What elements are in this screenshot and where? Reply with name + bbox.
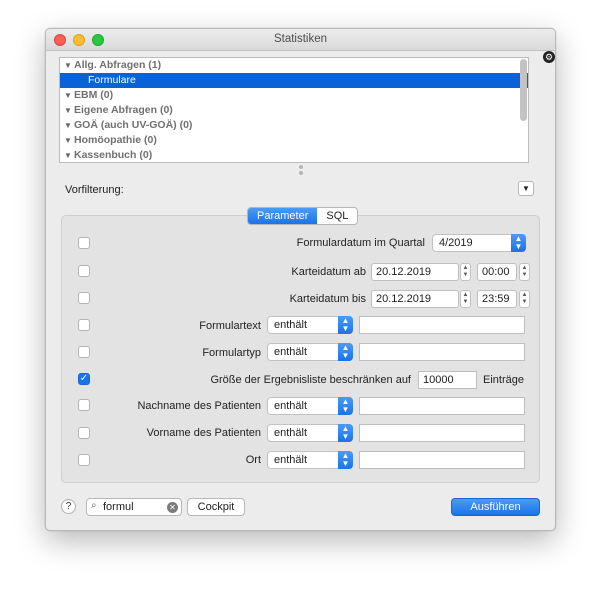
disclosure-down-icon[interactable]: ▼ (64, 103, 74, 118)
quarter-select[interactable]: 4/2019 ▲ ▼ (432, 234, 526, 252)
tab-parameter[interactable]: Parameter (248, 208, 318, 224)
chevron-updown-icon: ▲ ▼ (338, 316, 353, 334)
form-text-input[interactable] (359, 316, 525, 334)
checkbox-form-type[interactable] (78, 346, 90, 358)
clear-search-icon[interactable]: ✕ (167, 502, 178, 513)
split-view-handle[interactable] (298, 164, 304, 178)
tree-item-formulare[interactable]: Formulare (60, 73, 528, 88)
tree-group-homoeopathie[interactable]: ▼ Homöopathie (0) (60, 133, 528, 148)
tree-group-ebm[interactable]: ▼ EBM (0) (60, 88, 528, 103)
checkbox-date-from[interactable] (78, 265, 90, 277)
checkbox-quarter[interactable] (78, 237, 90, 249)
query-tree[interactable]: ▼ Allg. Abfragen (1) Formulare ▼ EBM (0) ▼… (59, 57, 529, 163)
date-from-field[interactable]: 20.12.2019 (371, 263, 459, 281)
city-operator-select[interactable]: enthält ▲ ▼ (267, 451, 353, 469)
tree-scrollbar[interactable] (520, 59, 527, 121)
disclosure-down-icon[interactable]: ▼ (64, 118, 74, 133)
search-icon: ⌕ (91, 500, 97, 511)
chevron-updown-icon: ▲ ▼ (511, 234, 526, 252)
label-last-name: Nachname des Patienten (137, 400, 261, 412)
statistics-window: Statistiken ▼ Allg. Abfragen (1) Formular… (45, 28, 556, 531)
mode-tabs: Parameter SQL (247, 207, 359, 225)
first-name-operator-select[interactable]: enthält ▲ ▼ (267, 424, 353, 442)
first-name-input[interactable] (359, 424, 525, 442)
disclosure-down-icon[interactable]: ▼ (64, 133, 74, 148)
checkbox-form-text[interactable] (78, 319, 90, 331)
prefilter-label: Vorfilterung: (65, 184, 124, 196)
label-quarter: Formulardatum im Quartal (296, 237, 425, 249)
chevron-updown-icon: ▲ ▼ (338, 424, 353, 442)
search-input[interactable] (103, 500, 163, 514)
collapse-arrow-icon[interactable]: ▼ (518, 181, 534, 196)
checkbox-first-name[interactable] (78, 427, 90, 439)
time-from-stepper[interactable]: ▲ ▼ (519, 263, 530, 281)
time-from-field[interactable]: 00:00 (477, 263, 517, 281)
label-form-text: Formulartext (199, 320, 261, 332)
date-from-stepper[interactable]: ▲ ▼ (460, 263, 471, 281)
last-name-operator-select[interactable]: enthält ▲ ▼ (267, 397, 353, 415)
title-bar: Statistiken (46, 29, 555, 51)
last-name-input[interactable] (359, 397, 525, 415)
label-limit-unit: Einträge (483, 374, 524, 386)
checkbox-date-to[interactable] (78, 292, 90, 304)
tree-group-eigene-abfragen[interactable]: ▼ Eigene Abfragen (0) (60, 103, 528, 118)
run-button[interactable]: Ausführen (451, 498, 540, 516)
label-first-name: Vorname des Patienten (146, 427, 261, 439)
chevron-updown-icon: ▲ ▼ (338, 343, 353, 361)
label-limit: Größe der Ergebnisliste beschränken auf (210, 374, 411, 386)
help-button[interactable]: ? (61, 499, 76, 514)
time-to-field[interactable]: 23:59 (477, 290, 517, 308)
date-to-field[interactable]: 20.12.2019 (371, 290, 459, 308)
label-date-from: Karteidatum ab (291, 266, 366, 278)
checkbox-last-name[interactable] (78, 399, 90, 411)
checkbox-city[interactable] (78, 454, 90, 466)
form-text-operator-select[interactable]: enthält ▲ ▼ (267, 316, 353, 334)
chevron-updown-icon: ▲ ▼ (338, 397, 353, 415)
date-to-stepper[interactable]: ▲ ▼ (460, 290, 471, 308)
tab-sql[interactable]: SQL (317, 208, 358, 224)
limit-input[interactable]: 10000 (418, 371, 477, 389)
checkbox-limit[interactable]: ✓ (78, 373, 90, 385)
city-input[interactable] (359, 451, 525, 469)
window-title: Statistiken (273, 33, 328, 45)
form-type-operator-select[interactable]: enthält ▲ ▼ (267, 343, 353, 361)
search-field[interactable]: ⌕ ✕ (86, 498, 182, 516)
disclosure-down-icon[interactable]: ▼ (64, 58, 74, 73)
disclosure-down-icon[interactable]: ▼ (64, 148, 74, 162)
label-city: Ort (245, 454, 261, 466)
disclosure-down-icon[interactable]: ▼ (64, 88, 74, 103)
cockpit-button[interactable]: Cockpit (187, 498, 245, 516)
chevron-updown-icon: ▲ ▼ (338, 451, 353, 469)
tree-group-kassenbuch[interactable]: ▼ Kassenbuch (0) (60, 148, 528, 162)
tree-group-goae[interactable]: ▼ GOÄ (auch UV-GOÄ) (0) (60, 118, 528, 133)
gear-icon[interactable]: ⚙ (543, 51, 555, 63)
tree-group-allg-abfragen[interactable]: ▼ Allg. Abfragen (1) (60, 58, 528, 73)
label-form-type: Formulartyp (202, 347, 261, 359)
label-date-to: Karteidatum bis (289, 293, 366, 305)
form-type-input[interactable] (359, 343, 525, 361)
time-to-stepper[interactable]: ▲ ▼ (519, 290, 530, 308)
